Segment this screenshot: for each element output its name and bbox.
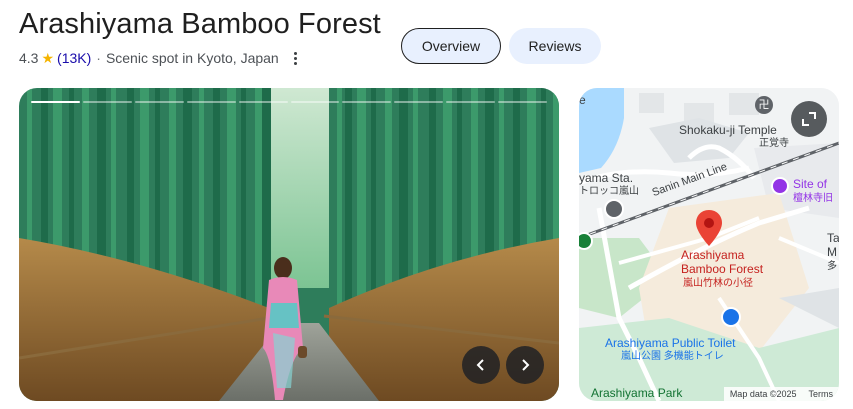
toilet-poi-icon: [721, 307, 741, 327]
map-label-place-line1[interactable]: Arashiyama: [681, 249, 744, 262]
bamboo-stalk: [345, 88, 352, 318]
map-label-toilet[interactable]: Arashiyama Public Toilet: [605, 337, 736, 350]
tab-overview[interactable]: Overview: [401, 28, 501, 64]
place-title: Arashiyama Bamboo Forest: [19, 8, 381, 40]
carousel-progress-segment: [446, 101, 496, 103]
map-label-place-line2[interactable]: Bamboo Forest: [681, 263, 763, 276]
star-icon: ★: [41, 49, 55, 66]
place-category: Scenic spot in Kyoto, Japan: [105, 50, 279, 66]
carousel-progress-segment: [238, 101, 288, 103]
photo-carousel[interactable]: [19, 88, 559, 401]
map-label-place-jp: 嵐山竹林の小径: [683, 278, 753, 289]
bamboo-stalk: [227, 88, 236, 318]
site-poi-icon: [771, 177, 789, 195]
bamboo-stalk: [241, 88, 246, 318]
chevron-left-icon: [476, 359, 484, 371]
bamboo-stalk: [357, 88, 366, 318]
map-label-park[interactable]: Arashiyama Park: [591, 387, 682, 400]
tab-reviews[interactable]: Reviews: [509, 28, 601, 64]
rating-value: 4.3: [19, 50, 39, 66]
carousel-progress-segment: [186, 101, 236, 103]
carousel-progress-segment: [134, 101, 184, 103]
bamboo-stalk: [371, 88, 376, 318]
map-label-edge-left: e: [579, 93, 586, 107]
map-label-site-jp: 檀林寺旧: [793, 193, 833, 204]
map-data-credit: Map data ©2025: [729, 389, 797, 399]
place-meta: 4.3 ★ (13K) · Scenic spot in Kyoto, Japa…: [19, 49, 303, 67]
previous-photo-button[interactable]: [462, 346, 500, 384]
temple-icon: 卍: [755, 96, 773, 114]
chevron-right-icon: [522, 359, 530, 371]
carousel-progress-segment: [342, 101, 392, 103]
map-label-edge-jp: 多: [827, 261, 837, 272]
bamboo-stalk: [337, 88, 342, 318]
carousel-progress: [31, 101, 548, 103]
map-label-edge-t: Ta: [827, 231, 839, 245]
carousel-progress-segment: [394, 101, 444, 103]
more-options-button[interactable]: [289, 49, 303, 67]
map-label-temple[interactable]: Shokaku-ji Temple: [679, 124, 777, 137]
carousel-progress-segment: [31, 101, 80, 103]
map-label-edge-m: M: [827, 245, 837, 259]
location-map[interactable]: Shokaku-ji Temple 正覚寺 卍 yama Sta. トロッコ嵐山…: [579, 88, 839, 401]
carousel-progress-segment: [82, 101, 132, 103]
more-vert-icon: [294, 51, 298, 55]
map-attribution: Map data ©2025 Terms: [723, 387, 839, 401]
next-photo-button[interactable]: [506, 346, 544, 384]
map-label-toilet-jp: 嵐山公園 多機能トイレ: [621, 351, 724, 362]
train-station-icon: [604, 199, 624, 219]
map-label-temple-jp: 正覚寺: [759, 138, 789, 149]
meta-separator: ·: [96, 50, 101, 66]
carousel-progress-segment: [290, 101, 340, 103]
map-label-station[interactable]: yama Sta.: [579, 172, 633, 185]
location-pin-icon: [696, 210, 722, 246]
map-terms-link[interactable]: Terms: [809, 389, 834, 399]
expand-icon: [802, 112, 816, 126]
bamboo-stalk: [213, 88, 220, 318]
map-label-site[interactable]: Site of: [793, 178, 827, 191]
review-count-link[interactable]: (13K): [57, 50, 91, 66]
expand-map-button[interactable]: [791, 101, 827, 137]
bamboo-stalk: [255, 88, 262, 318]
map-label-station-jp: トロッコ嵐山: [579, 186, 639, 197]
carousel-progress-segment: [498, 101, 548, 103]
